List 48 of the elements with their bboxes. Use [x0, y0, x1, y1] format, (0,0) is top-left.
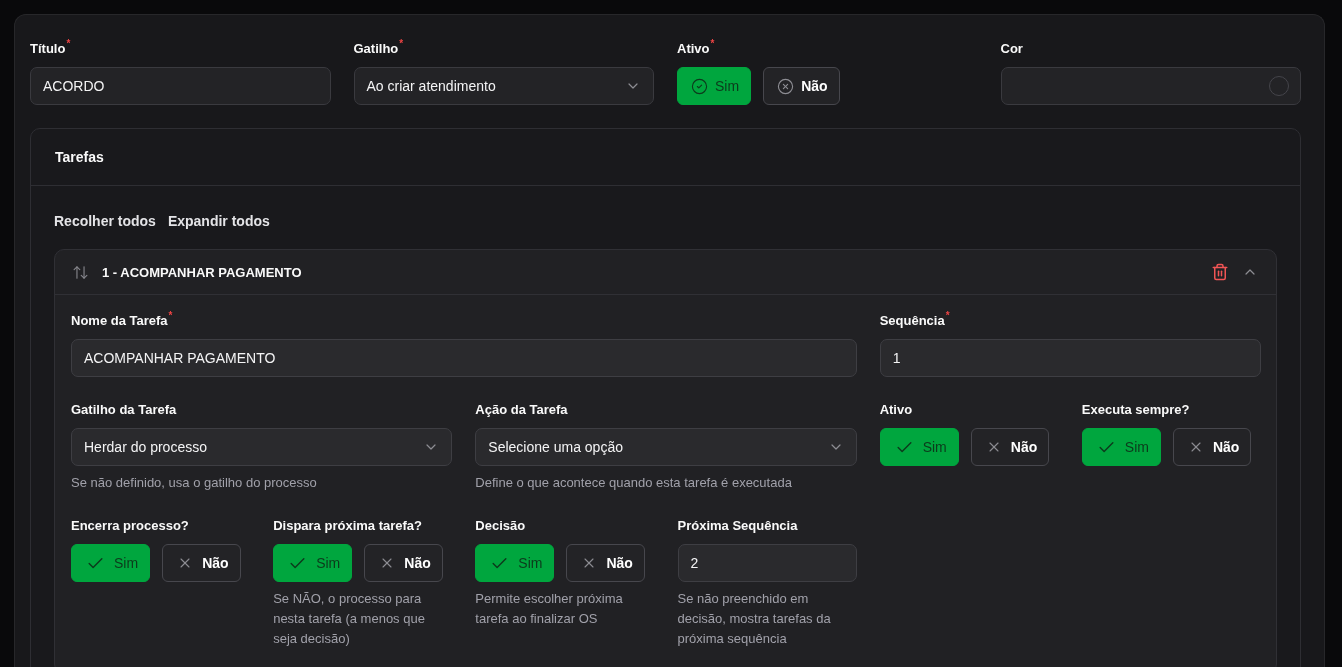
- drag-sort-icon[interactable]: [72, 263, 89, 281]
- option-button[interactable]: Sim: [879, 428, 959, 466]
- circle-x-icon: [777, 77, 795, 95]
- option-button[interactable]: Não: [162, 544, 241, 582]
- delete-button[interactable]: [1211, 263, 1229, 281]
- task-title: 1 - ACOMPANHAR PAGAMENTO: [102, 264, 303, 280]
- option-button[interactable]: Não: [364, 544, 443, 582]
- field-label: Gatilho$^{*}$: [353, 39, 405, 58]
- helper-text: Se NÃO, o processo para nesta tarefa (a menos que seja decisão): [273, 590, 426, 648]
- helper-text: Define o que acontece quando esta tarefa é executada: [475, 474, 793, 492]
- option-button[interactable]: Sim: [1081, 428, 1161, 466]
- select-dropdown[interactable]: Ao criar atendimento: [353, 67, 654, 105]
- field-label: Título$^{*}$: [30, 39, 72, 58]
- field-label: Ativo$^{*}$: [677, 39, 716, 58]
- select-dropdown[interactable]: Selecione uma opção: [475, 428, 857, 466]
- select-dropdown[interactable]: Herdar do processo: [71, 428, 453, 466]
- text-input[interactable]: 2: [677, 544, 857, 582]
- option-button[interactable]: Sim: [71, 544, 151, 582]
- text-input[interactable]: ACORDO: [30, 67, 331, 105]
- field-label: Nome da Tarefa$^{*}$: [71, 311, 174, 330]
- option-button[interactable]: Sim: [677, 67, 752, 105]
- option-button[interactable]: Não: [1172, 428, 1252, 466]
- field-label: Gatilho da Tarefa: [71, 401, 178, 419]
- color-input[interactable]: [1000, 67, 1301, 105]
- circle-check-icon: [691, 77, 708, 95]
- field-label: Ação da Tarefa: [475, 401, 569, 419]
- text-button[interactable]: Recolher todos: [54, 211, 156, 231]
- section-title: Tarefas: [55, 149, 104, 165]
- option-button[interactable]: Não: [566, 544, 645, 582]
- helper-text: Permite escolher próxima tarefa ao finalizar OS: [475, 590, 624, 628]
- option-button[interactable]: Sim: [475, 544, 555, 582]
- field-label: Sequência$^{*}$: [879, 311, 951, 330]
- field-label: Executa sempre?: [1081, 401, 1191, 419]
- trash-icon: [1211, 263, 1229, 281]
- option-button[interactable]: Sim: [273, 544, 353, 582]
- text-input[interactable]: ACOMPANHAR PAGAMENTO: [71, 339, 857, 377]
- field-label: Dispara próxima tarefa?: [273, 517, 423, 535]
- text-button[interactable]: Expandir todos: [167, 211, 270, 231]
- text-input[interactable]: 1: [879, 339, 1261, 377]
- field-label: Cor: [1000, 40, 1024, 58]
- option-button[interactable]: Não: [763, 67, 840, 105]
- field-label: Decisão: [475, 517, 527, 535]
- field-label: Próxima Sequência: [677, 517, 799, 535]
- option-button[interactable]: Não: [970, 428, 1050, 466]
- field-label: Ativo: [879, 401, 914, 419]
- helper-text: Se não preenchido em decisão, mostra tarefas da próxima sequência: [677, 590, 832, 648]
- helper-text: Se não definido, usa o gatilho do processo: [71, 474, 318, 492]
- field-label: Encerra processo?: [71, 517, 190, 535]
